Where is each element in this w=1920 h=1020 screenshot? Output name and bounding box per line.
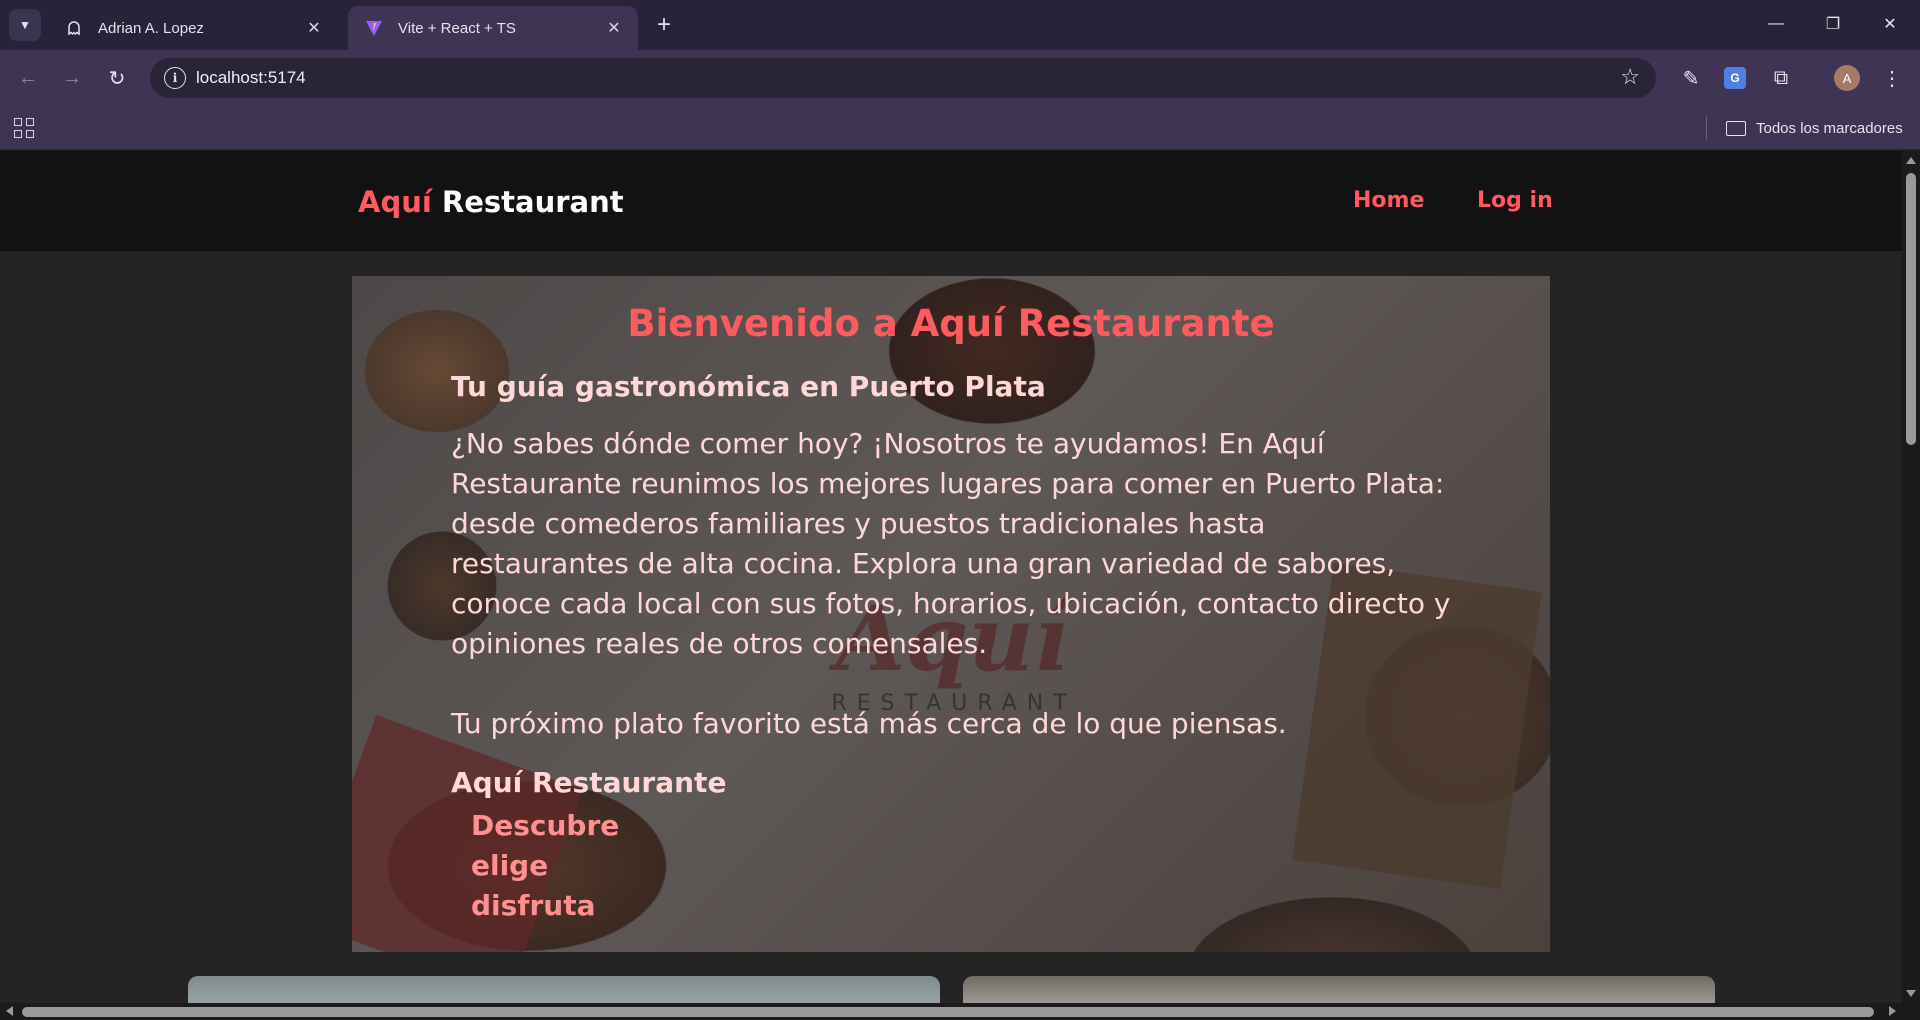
nav-home-link[interactable]: Home: [1353, 188, 1424, 213]
profile-avatar[interactable]: A: [1834, 65, 1860, 91]
tab-vite-react[interactable]: Vite + React + TS ✕: [348, 6, 638, 50]
browser-toolbar: ← → ↻ i localhost:5174 ☆ ✎ G ⧉ A ⋮: [0, 50, 1920, 106]
hero-steps-list: Descubre elige disfruta: [471, 806, 619, 926]
scrollbar-corner: [1902, 1003, 1920, 1020]
bookmarks-bar: Todos los marcadores: [0, 106, 1920, 150]
hero-tagline: Tu próximo plato favorito está más cerca…: [451, 707, 1287, 740]
reload-button[interactable]: ↻: [101, 62, 133, 94]
eyedropper-icon[interactable]: ✎: [1676, 63, 1706, 93]
close-window-button[interactable]: ✕: [1862, 0, 1918, 48]
vite-icon: [364, 18, 384, 38]
apps-icon[interactable]: [14, 118, 34, 138]
horizontal-scrollbar[interactable]: [0, 1003, 1902, 1020]
address-bar[interactable]: i localhost:5174 ☆: [150, 58, 1656, 98]
scroll-right-arrow[interactable]: [1889, 1006, 1896, 1016]
hero-banner: Aquí RESTAURANT Bienvenido a Aquí Restau…: [352, 276, 1550, 952]
all-bookmarks-button[interactable]: Todos los marcadores: [1726, 116, 1903, 140]
hero-content: Bienvenido a Aquí Restaurante Tu guía ga…: [352, 276, 1550, 952]
vertical-scroll-thumb[interactable]: [1906, 173, 1916, 445]
page-viewport: Aquí Restaurant Home Log in Aquí RESTAUR…: [0, 151, 1902, 1003]
scroll-down-arrow[interactable]: [1906, 990, 1916, 997]
bookmark-star-icon[interactable]: ☆: [1620, 64, 1640, 90]
site-logo[interactable]: Aquí Restaurant: [358, 185, 624, 219]
horizontal-scroll-thumb[interactable]: [22, 1007, 1874, 1017]
tab-title: Adrian A. Lopez: [98, 19, 204, 37]
scroll-up-arrow[interactable]: [1906, 157, 1916, 164]
hero-brand-line: Aquí Restaurante: [451, 766, 727, 799]
list-item: elige: [471, 849, 549, 882]
site-header: Aquí Restaurant Home Log in: [0, 151, 1902, 251]
tab-adrian-lopez[interactable]: Adrian A. Lopez ✕: [48, 6, 338, 50]
all-bookmarks-label: Todos los marcadores: [1756, 119, 1903, 137]
site-info-icon[interactable]: i: [164, 67, 186, 89]
restore-button[interactable]: ❐: [1805, 0, 1861, 48]
tab-search-button[interactable]: ▼: [9, 9, 41, 41]
scroll-left-arrow[interactable]: [6, 1006, 13, 1016]
chevron-down-icon: ▼: [19, 18, 31, 32]
nav-login-link[interactable]: Log in: [1477, 188, 1553, 213]
tab-title: Vite + React + TS: [398, 19, 516, 37]
extensions-icon[interactable]: ⧉: [1766, 63, 1796, 93]
new-tab-button[interactable]: +: [650, 11, 678, 39]
hero-title: Bienvenido a Aquí Restaurante: [627, 302, 1275, 345]
restaurant-card-image[interactable]: [188, 976, 940, 1003]
hero-paragraph: ¿No sabes dónde comer hoy? ¡Nosotros te …: [451, 427, 1451, 660]
brand-accent: Aquí: [358, 185, 432, 219]
restaurant-card-image[interactable]: [963, 976, 1715, 1003]
list-item: Descubre: [471, 809, 620, 842]
menu-icon[interactable]: ⋮: [1877, 63, 1907, 93]
vertical-scrollbar[interactable]: [1902, 151, 1920, 1003]
minimize-button[interactable]: —: [1748, 0, 1804, 48]
list-item: disfruta: [471, 889, 596, 922]
brand-name: Restaurant: [441, 185, 624, 219]
bookmarks-divider: [1706, 116, 1707, 140]
ghost-icon: [64, 18, 84, 38]
close-icon[interactable]: ✕: [304, 18, 324, 38]
folder-icon: [1726, 120, 1746, 136]
tab-strip: ▼ Adrian A. Lopez ✕ Vite + React + TS ✕ …: [0, 0, 1920, 50]
forward-button[interactable]: →: [56, 62, 88, 94]
close-icon[interactable]: ✕: [604, 18, 624, 38]
url-text[interactable]: localhost:5174: [196, 68, 306, 88]
hero-subtitle: Tu guía gastronómica en Puerto Plata: [451, 370, 1046, 403]
translate-icon[interactable]: G: [1724, 67, 1746, 89]
back-button[interactable]: ←: [12, 62, 44, 94]
